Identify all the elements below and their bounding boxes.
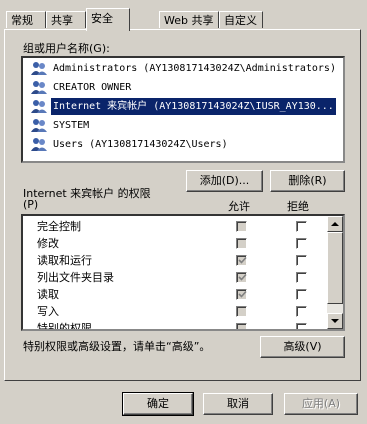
allow-checkbox[interactable] bbox=[236, 221, 247, 232]
permissions-scrollbar[interactable] bbox=[327, 216, 343, 329]
checkmark-icon bbox=[238, 273, 247, 281]
user-row[interactable]: CREATOR OWNER bbox=[29, 79, 341, 96]
permission-name: 读取 bbox=[37, 288, 59, 301]
allow-checkbox[interactable] bbox=[236, 238, 247, 249]
permission-name: 写入 bbox=[37, 305, 59, 318]
ok-button[interactable]: 确定 bbox=[122, 392, 194, 416]
checkmark-icon bbox=[238, 290, 247, 298]
advanced-button[interactable]: 高级(V) bbox=[260, 336, 345, 358]
scroll-up-button[interactable] bbox=[327, 216, 343, 232]
permissions-list: 完全控制修改读取和运行列出文件夹目录 读取写入特别的权限 bbox=[21, 214, 345, 331]
user-name: Internet 来宾帐户 (AY130817143024Z\IUSR_AY13… bbox=[51, 98, 336, 115]
user-group-icon bbox=[31, 138, 47, 151]
arrow-up-icon bbox=[331, 222, 339, 226]
tab-general[interactable]: 常规 bbox=[6, 11, 46, 28]
permission-row: 修改 bbox=[23, 235, 323, 252]
user-group-icon bbox=[31, 81, 47, 94]
deny-checkbox[interactable] bbox=[296, 238, 307, 249]
advanced-hint: 特别权限或高级设置，请单击“高级”。 bbox=[23, 340, 211, 353]
permission-name: 读取和运行 bbox=[37, 254, 92, 267]
permission-row: 列出文件夹目录 bbox=[23, 269, 323, 286]
user-name: SYSTEM bbox=[53, 120, 90, 131]
user-name: Users (AY130817143024Z\Users) bbox=[53, 139, 228, 150]
checkmark-icon bbox=[238, 256, 247, 264]
user-name: Administrators (AY130817143024Z\Administ… bbox=[53, 63, 336, 74]
permission-row: 完全控制 bbox=[23, 218, 323, 235]
deny-header: 拒绝 bbox=[287, 200, 309, 213]
tab-security[interactable]: 安全 bbox=[86, 8, 130, 31]
tab-web-sharing[interactable]: Web 共享 bbox=[159, 11, 219, 28]
arrow-down-icon bbox=[331, 319, 339, 323]
tab-custom[interactable]: 自定义 bbox=[219, 11, 263, 28]
user-group-icon bbox=[31, 100, 47, 113]
deny-checkbox[interactable] bbox=[296, 323, 307, 329]
permission-name: 特别的权限 bbox=[37, 322, 92, 331]
permissions-hotkey: (P) bbox=[23, 198, 39, 211]
allow-header: 允许 bbox=[228, 200, 250, 213]
scroll-down-button[interactable] bbox=[327, 313, 343, 329]
users-listbox[interactable]: Administrators (AY130817143024Z\Administ… bbox=[21, 56, 345, 163]
permission-row: 读取和运行 bbox=[23, 252, 323, 269]
allow-checkbox[interactable] bbox=[236, 306, 247, 317]
users-label: 组或用户名称(G): bbox=[23, 42, 110, 55]
deny-checkbox[interactable] bbox=[296, 255, 307, 266]
user-row[interactable]: Internet 来宾帐户 (AY130817143024Z\IUSR_AY13… bbox=[29, 98, 341, 115]
deny-checkbox[interactable] bbox=[296, 221, 307, 232]
allow-checkbox[interactable] bbox=[236, 323, 247, 329]
user-row[interactable]: Users (AY130817143024Z\Users) bbox=[29, 136, 341, 153]
cancel-button[interactable]: 取消 bbox=[203, 393, 273, 415]
permission-name: 完全控制 bbox=[37, 220, 81, 233]
allow-checkbox[interactable] bbox=[236, 289, 247, 300]
user-group-icon bbox=[31, 62, 47, 75]
user-row[interactable]: Administrators (AY130817143024Z\Administ… bbox=[29, 60, 341, 77]
apply-button[interactable]: 应用(A) bbox=[284, 393, 358, 415]
deny-checkbox[interactable] bbox=[296, 289, 307, 300]
user-group-icon bbox=[31, 119, 47, 132]
permissions-for-label: Internet 来宾帐户 的权限 bbox=[23, 187, 151, 200]
permission-name: 修改 bbox=[37, 237, 59, 250]
allow-checkbox[interactable] bbox=[236, 255, 247, 266]
permission-row: 写入 bbox=[23, 303, 323, 320]
permission-name: 列出文件夹目录 bbox=[37, 271, 114, 284]
allow-checkbox[interactable] bbox=[236, 272, 247, 283]
permission-row: 读取 bbox=[23, 286, 323, 303]
remove-button[interactable]: 删除(R) bbox=[270, 170, 345, 192]
user-name: CREATOR OWNER bbox=[53, 82, 132, 93]
deny-checkbox[interactable] bbox=[296, 306, 307, 317]
permission-row: 特别的权限 bbox=[23, 320, 323, 331]
add-button[interactable]: 添加(D)... bbox=[186, 170, 263, 192]
deny-checkbox[interactable] bbox=[296, 272, 307, 283]
scroll-thumb[interactable] bbox=[327, 232, 343, 304]
tab-sharing[interactable]: 共享 bbox=[46, 11, 86, 28]
user-row[interactable]: SYSTEM bbox=[29, 117, 341, 134]
